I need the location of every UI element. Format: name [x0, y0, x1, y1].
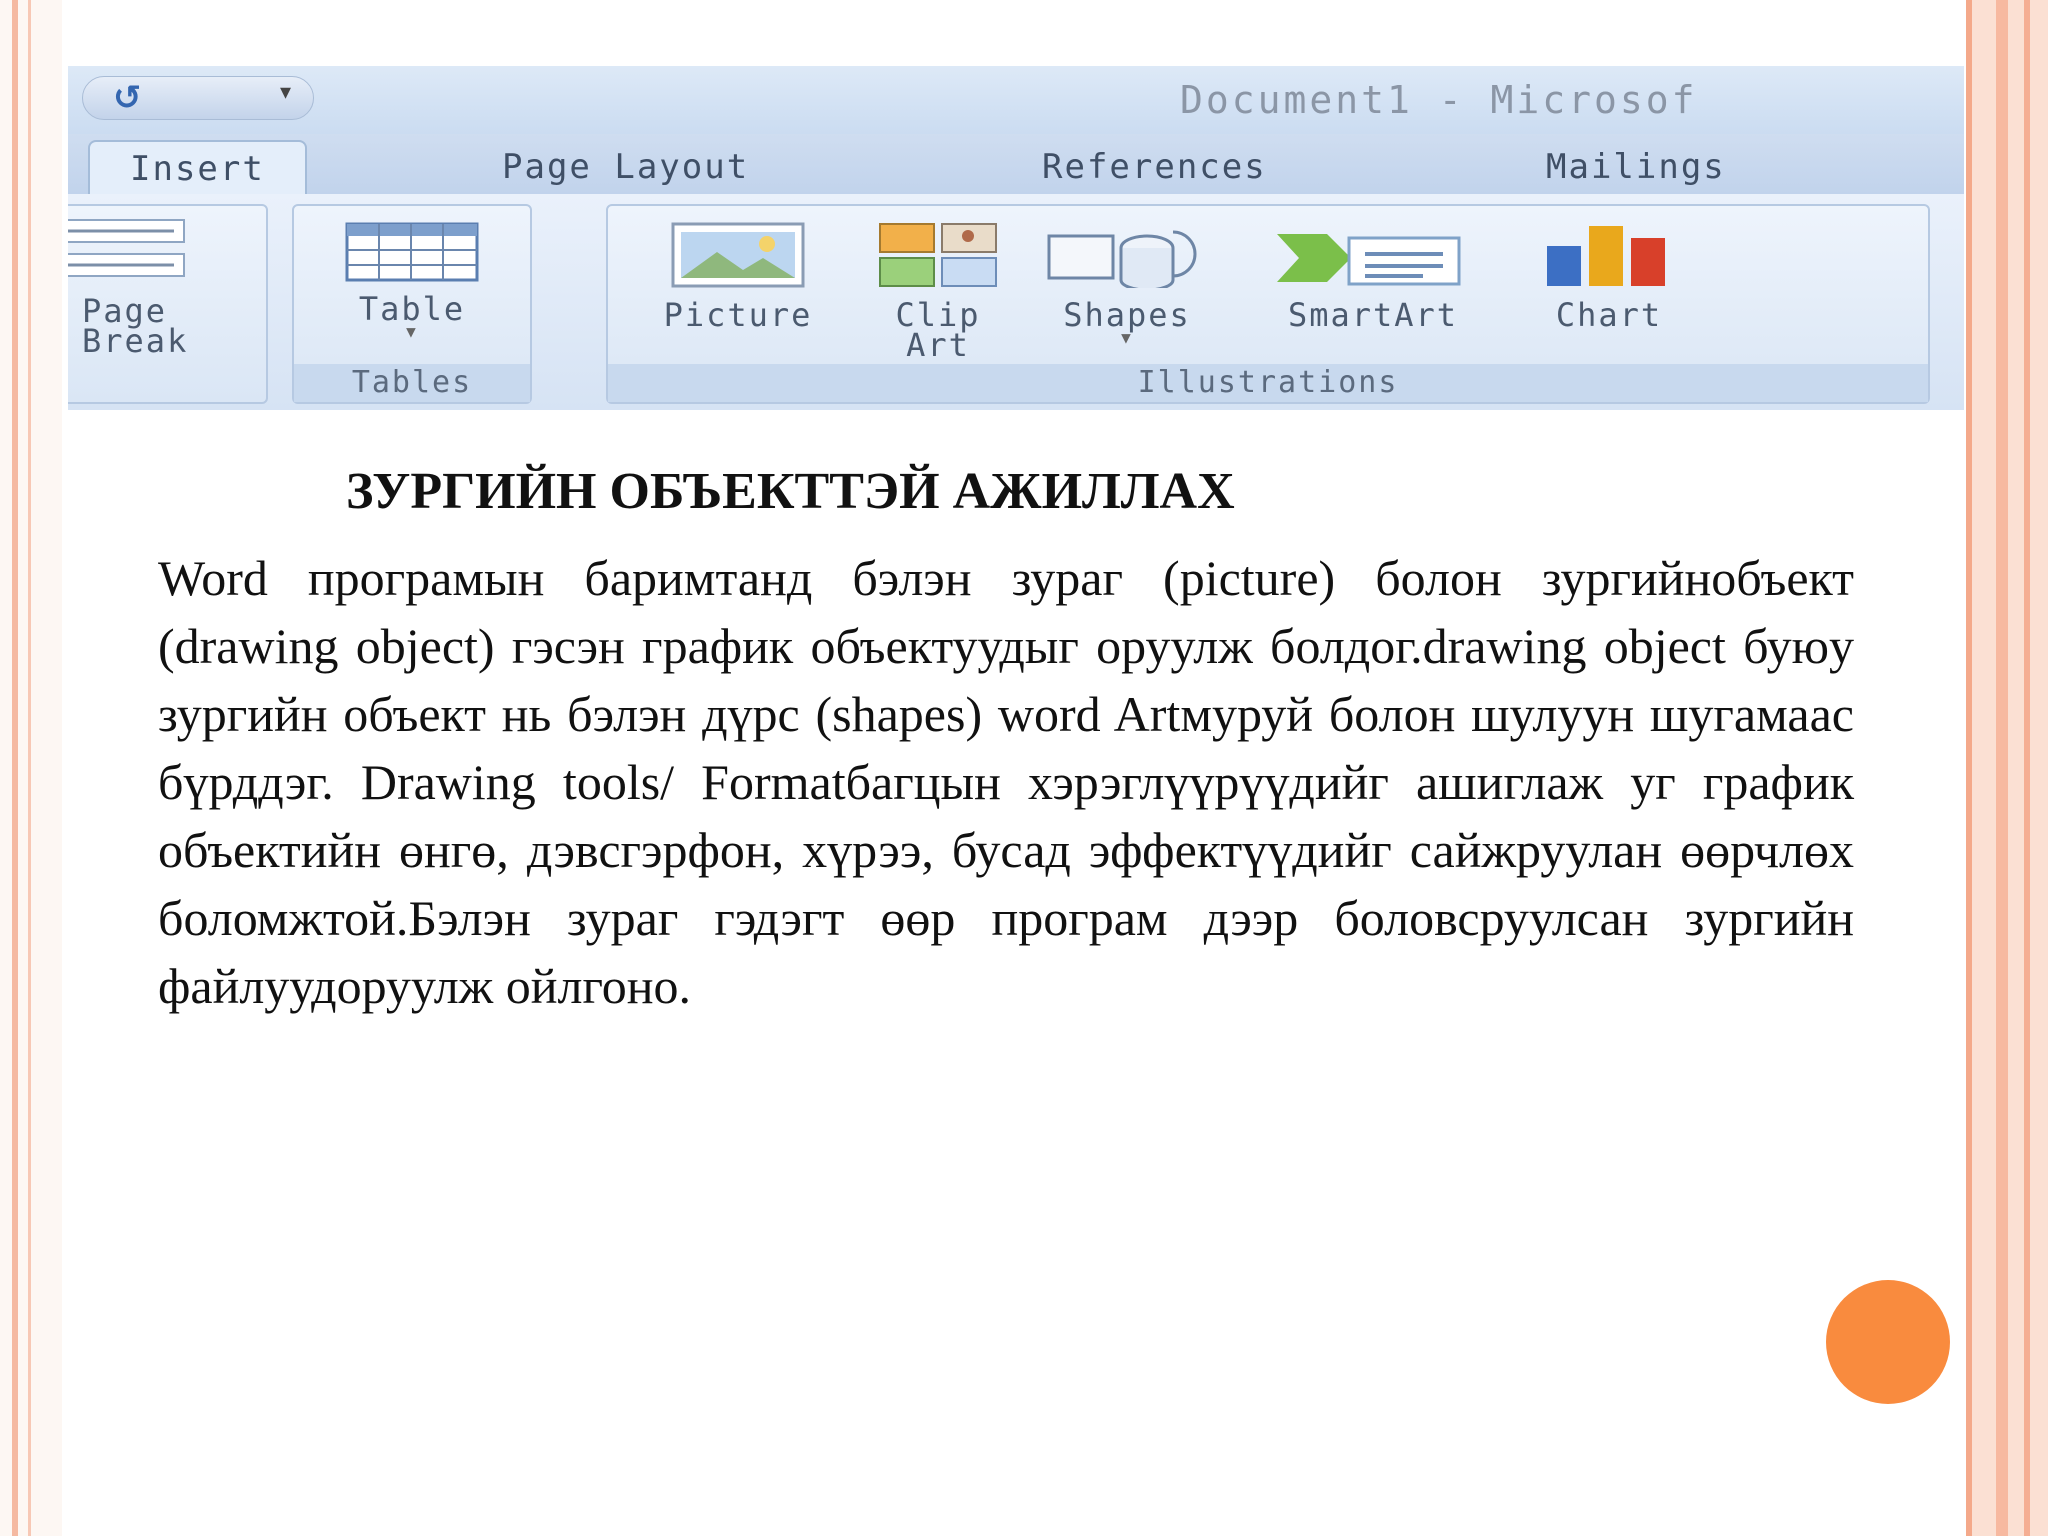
shapes-button[interactable]: Shapes ▼	[1022, 222, 1232, 346]
tab-mailings[interactable]: Mailings	[1546, 140, 1726, 194]
slide-body-text: Word програмын баримтанд бэлэн зураг (pi…	[158, 550, 1854, 1014]
decorative-orange-circle	[1826, 1280, 1950, 1404]
chart-label: Chart	[1555, 296, 1663, 334]
tab-page-layout[interactable]: Page Layout	[502, 140, 749, 194]
page-break-icon	[68, 219, 185, 277]
slide-left-stripe-thin	[28, 0, 31, 1536]
picture-label: Picture	[663, 296, 813, 334]
slide-right-stripe	[1966, 0, 1972, 1536]
tab-references[interactable]: References	[1042, 140, 1267, 194]
picture-icon	[671, 222, 805, 288]
shapes-dropdown-caret[interactable]: ▼	[1022, 330, 1232, 346]
table-icon	[345, 222, 479, 282]
chevron-down-icon[interactable]: ▾	[280, 80, 310, 110]
page-break-button[interactable]: Page Break	[68, 218, 224, 360]
clip-art-icon	[879, 223, 997, 287]
slide-right-stripe-wide	[1996, 0, 2008, 1536]
shapes-icon	[1047, 230, 1197, 288]
illustrations-group-label: Illustrations	[608, 364, 1928, 402]
slide-left-stripe	[12, 0, 18, 1536]
smartart-button[interactable]: SmartArt	[1248, 222, 1498, 331]
tables-group-label: Tables	[294, 364, 530, 402]
tab-insert[interactable]: Insert	[88, 140, 307, 196]
group-illustrations: Picture Clip Art Shapes ▼ SmartArt Chart…	[606, 204, 1930, 404]
word-ribbon-screenshot: ↺ ▾ Document1 - Microsof Insert Page Lay…	[68, 66, 1964, 410]
slide-title: ЗУРГИЙН ОБЪЕКТТЭЙ АЖИЛЛАХ	[346, 463, 1235, 520]
slide-left-border	[0, 0, 62, 1536]
picture-button[interactable]: Picture	[638, 222, 838, 331]
smartart-icon	[1277, 234, 1461, 286]
clip-art-label-line2: Art	[906, 326, 970, 364]
window-title: Document1 - Microsof	[1180, 78, 1698, 122]
title-bar: ↺ ▾ Document1 - Microsof	[68, 66, 1964, 134]
group-pages: Page Break	[68, 204, 268, 404]
ribbon-groups: Page Break Table ▼ Tables Picture Clip A…	[68, 194, 1964, 410]
chart-icon	[1547, 226, 1665, 286]
smartart-label: SmartArt	[1287, 296, 1459, 334]
undo-icon[interactable]: ↺	[113, 81, 157, 115]
ribbon-tabs: Insert Page Layout References Mailings	[68, 134, 1964, 196]
page-break-label-line2: Break	[82, 322, 189, 360]
group-tables: Table ▼ Tables	[292, 204, 532, 404]
table-dropdown-caret[interactable]: ▼	[314, 324, 510, 340]
clip-art-button[interactable]: Clip Art	[858, 222, 1018, 364]
chart-button[interactable]: Chart	[1514, 222, 1704, 331]
table-button[interactable]: Table ▼	[314, 222, 510, 340]
slide-right-stripe-thin	[2024, 0, 2030, 1536]
